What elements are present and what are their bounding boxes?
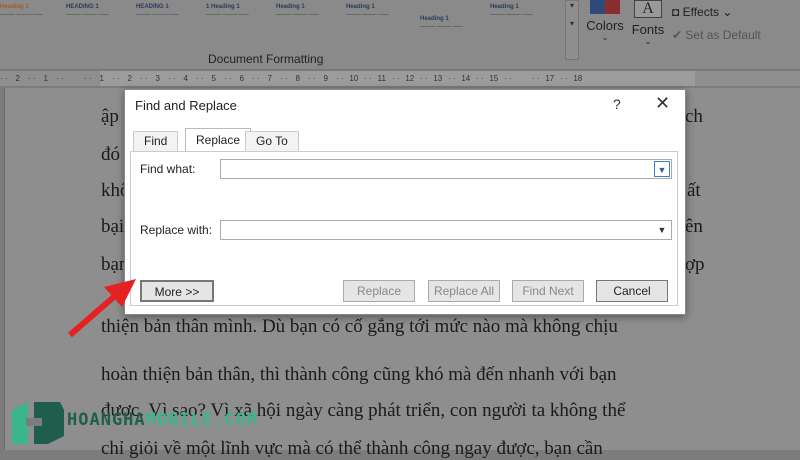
ruler-tick: · · [221,74,234,83]
colors-button[interactable]: Colors ⌄ [585,0,625,42]
ruler-tick: · · [389,74,402,83]
watermark: HOANGHAMOBILE.COM [67,410,259,430]
ruler-tick: · · [333,74,346,83]
set-default-button[interactable]: ✔ Set as Default [672,28,761,42]
colors-label: Colors [586,18,624,33]
effects-button[interactable]: ◘ Effects ⌄ [672,5,732,19]
ruler-label: 2 [127,74,132,83]
find-input[interactable]: ▼ [220,159,672,179]
ruler-tick: · · [137,74,150,83]
text-fragment: ập [101,106,119,127]
ruler-tick: · · [53,74,66,83]
ruler-tick: · · [165,74,178,83]
ruler-label: 11 [377,74,386,83]
style-thumb[interactable]: Heading 1 ——— ——— —— [0,0,62,58]
ruler-label: 18 [573,74,583,83]
ribbon: Heading 1 ——— ——— —— HEADING 1 ——— ——— —— … [0,0,800,70]
paragraph-line: thiện bản thân mình. Dù bạn có cố gắng t… [101,316,618,337]
ruler-label: 2 [15,74,20,83]
check-icon: ✔ [672,28,686,42]
chevron-down-icon[interactable]: ▼ [654,222,670,238]
fonts-label: Fonts [631,22,665,37]
ruler-label: 4 [183,74,188,83]
ruler-tick: · · [445,74,458,83]
text-fragment: ên [685,216,703,237]
effects-icon: ◘ [672,5,683,19]
ruler-label: 17 [545,74,555,83]
fonts-icon: A [634,0,662,18]
ruler-tick: · · [417,74,430,83]
ruler-tick: · · [501,74,514,83]
ruler-tick: · · [25,74,38,83]
effects-label: Effects [682,5,720,19]
tab-find[interactable]: Find [133,131,179,151]
set-default-label: Set as Default [685,28,761,42]
ruler-label: 8 [295,74,300,83]
ruler-label: 9 [323,74,328,83]
paragraph-line: chỉ giỏi về một lĩnh vực mà có thể thành… [101,438,603,459]
close-icon[interactable]: ✕ [655,93,670,114]
tab-goto[interactable]: Go To [245,131,299,151]
ruler-tick: · · [277,74,290,83]
style-thumb[interactable]: Heading 1 ——— ——— —— [416,12,482,70]
style-thumb[interactable]: 1 Heading 1 ——— ——— —— [202,0,268,58]
text-fragment: bại [101,216,125,237]
ruler[interactable]: · · 2 · · 1 · · · · 1 · · 2 · · 3 · · 4 … [0,71,800,86]
ruler-label: 6 [239,74,244,83]
chevron-down-icon[interactable]: ▼ [654,161,670,177]
ruler-label: 15 [489,74,499,83]
red-arrow-icon [68,279,136,338]
fonts-button[interactable]: A Fonts ⌄ [628,0,668,46]
tab-replace[interactable]: Replace [185,128,252,152]
find-next-button[interactable]: Find Next [512,280,584,302]
text-fragment: ất [687,180,701,201]
cancel-button[interactable]: Cancel [596,280,668,302]
style-thumb[interactable]: HEADING 1 ——— ——— —— [132,0,198,58]
ruler-tick: · · [249,74,262,83]
ruler-label: 3 [155,74,160,83]
find-label: Find what: [140,162,196,176]
ruler-label: 7 [267,74,272,83]
ruler-label: 10 [349,74,359,83]
group-label: Document Formatting [208,52,324,66]
style-thumb[interactable]: Heading 1 ——— ——— —— [272,0,338,58]
dialog-title: Find and Replace [135,98,237,113]
ruler-label: 1 [43,74,48,83]
colors-icon [590,0,620,14]
replace-input[interactable]: ▼ [220,220,672,240]
ruler-tick: · · [529,74,542,83]
ruler-tick: · · [305,74,318,83]
paragraph-line: hoàn thiện bản thân, thì thành công cũng… [101,364,617,385]
ruler-label: 5 [211,74,216,83]
help-button[interactable]: ? [613,96,621,112]
ruler-tick: · · [109,74,122,83]
find-replace-dialog: Find and Replace ? ✕ Find Replace Go To … [124,89,686,315]
ruler-tick: · · [193,74,206,83]
ruler-tick: · · [473,74,486,83]
ruler-tick: · · [81,74,94,83]
replace-all-button[interactable]: Replace All [428,280,500,302]
style-thumb[interactable]: Heading 1 ——— ——— —— [342,0,408,58]
text-fragment: ch [685,106,703,127]
text-fragment: đó [101,144,120,165]
ruler-tick: · · [0,74,10,83]
ruler-label: 13 [433,74,443,83]
ruler-tick: · · [361,74,374,83]
gallery-scroll[interactable]: ▾ ▾ [565,0,579,60]
style-thumb[interactable]: HEADING 1 ——— ——— —— [62,0,128,58]
replace-label: Replace with: [140,223,213,237]
ruler-tick: · · [557,74,570,83]
replace-button[interactable]: Replace [343,280,415,302]
ruler-label: 1 [99,74,104,83]
ruler-label: 14 [461,74,471,83]
style-thumb[interactable]: Heading 1 ——— ——— —— [486,0,552,58]
more-button[interactable]: More >> [140,280,214,302]
text-fragment: ợp [685,254,705,275]
ruler-label: 12 [405,74,415,83]
logo-icon [12,402,64,444]
